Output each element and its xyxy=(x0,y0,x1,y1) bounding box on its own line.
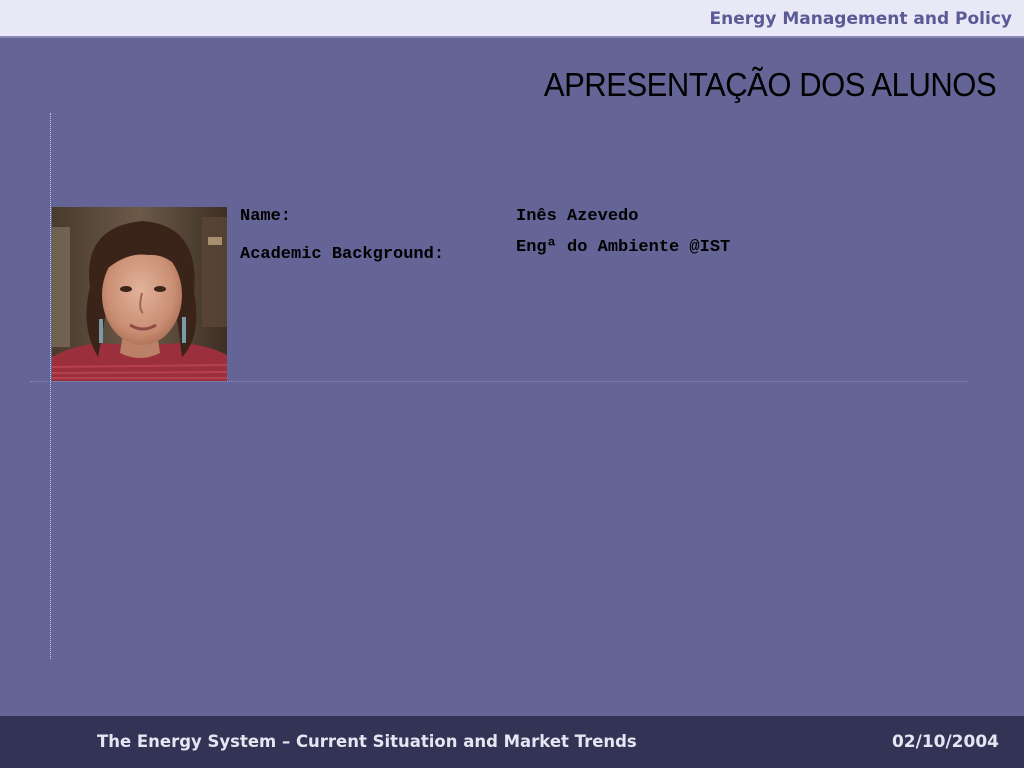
header-bar: Energy Management and Policy xyxy=(0,0,1024,38)
slide: Energy Management and Policy APRESENTAÇÃ… xyxy=(0,0,1024,768)
header-title: Energy Management and Policy xyxy=(709,9,1012,29)
footer-date: 02/10/2004 xyxy=(891,732,999,752)
student-photo xyxy=(52,207,227,381)
slide-title: APRESENTAÇÃO DOS ALUNOS xyxy=(543,66,997,103)
academic-background-value: Engª do Ambiente @IST xyxy=(516,238,731,257)
name-label: Name: xyxy=(240,207,292,226)
vertical-divider xyxy=(50,113,51,659)
horizontal-divider xyxy=(30,381,968,382)
footer-title: The Energy System – Current Situation an… xyxy=(97,732,637,752)
academic-background-label: Academic Background: xyxy=(240,245,445,264)
name-value: Inês Azevedo xyxy=(516,207,639,226)
footer-bar: The Energy System – Current Situation an… xyxy=(0,716,1024,768)
